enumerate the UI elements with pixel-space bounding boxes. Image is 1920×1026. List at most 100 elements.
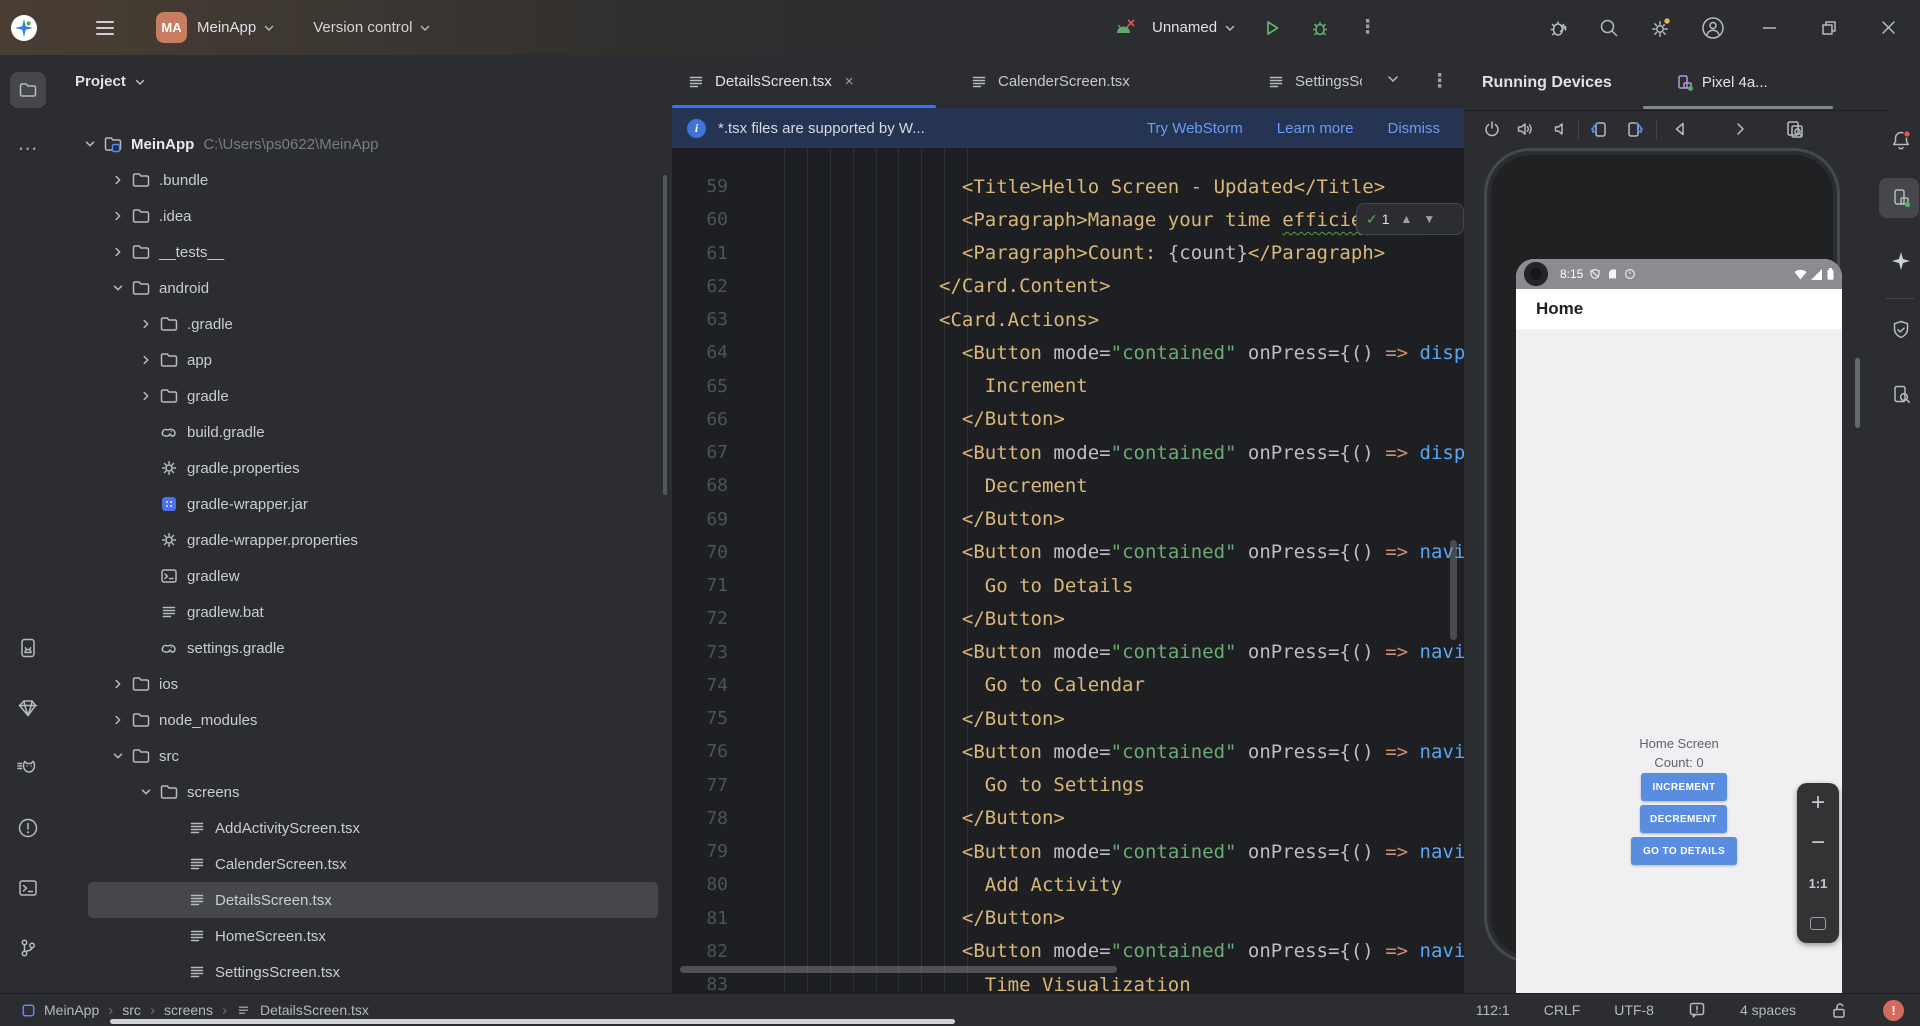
tree-row-node-modules[interactable]: node_modules [55,702,672,738]
volume-up-button[interactable] [1515,119,1535,139]
profiler-icon[interactable] [1548,17,1570,39]
run-configuration-selector[interactable]: Unnamed [1150,0,1236,55]
inspection-widget[interactable]: ✓ 1 ▲ ▼ [1356,203,1464,235]
volume-down-button[interactable] [1550,119,1570,139]
zoom-fit-button[interactable] [1797,903,1839,943]
tree-chevron-icon[interactable] [83,137,103,151]
editor-tab-settingssc[interactable]: SettingsSc [1252,55,1362,108]
tree-chevron-icon[interactable] [111,245,131,259]
tree-chevron-icon[interactable] [111,749,131,763]
run-button[interactable] [1262,18,1282,38]
app-quality-insights-button[interactable] [10,690,46,726]
device-power-button[interactable] [1482,119,1502,139]
rotate-left-button[interactable] [1588,119,1610,139]
tree-row--bundle[interactable]: .bundle [55,162,672,198]
tree-chevron-icon[interactable] [139,353,159,367]
tab-options-menu[interactable]: ⋮ [1430,72,1449,91]
editor-tab-calenderscreen-tsx[interactable]: CalenderScreen.tsx [955,55,1180,108]
close-tab-icon[interactable]: × [845,73,854,90]
project-panel-header[interactable]: Project [75,73,146,90]
tree-row-addactivityscreen-tsx[interactable]: AddActivityScreen.tsx [55,810,672,846]
tree-row-app[interactable]: app [55,342,672,378]
tree-row-settings-gradle[interactable]: settings.gradle [55,630,672,666]
emulator-screen[interactable]: 8:15 Home Home Screen Count: 0 INCREMENT… [1516,259,1842,993]
project-scrollbar[interactable] [663,175,667,495]
tree-chevron-icon[interactable] [139,785,159,799]
code-editor[interactable]: 59 <Title>Hello Screen - Updated</Title>… [672,148,1464,993]
version-control-menu[interactable]: Version control [275,0,431,55]
tree-row-gradle-properties[interactable]: gradle.properties [55,450,672,486]
tree-row-build-gradle[interactable]: build.gradle [55,414,672,450]
learn-more-link[interactable]: Learn more [1277,120,1354,137]
go-to-details-button[interactable]: GO TO DETAILS [1631,837,1737,865]
tree-row-gradle-wrapper-jar[interactable]: gradle-wrapper.jar [55,486,672,522]
rotate-right-button[interactable] [1624,119,1646,139]
breadcrumb-item[interactable]: DetailsScreen.tsx [236,1002,369,1018]
tree-row-settingsscreen-tsx[interactable]: SettingsScreen.tsx [55,954,672,990]
line-ending-indicator[interactable]: CRLF [1544,1002,1581,1018]
breadcrumb-item[interactable]: screens [164,1002,213,1018]
zoom-out-button[interactable]: − [1797,823,1839,863]
main-menu-button[interactable] [96,20,114,35]
profile-avatar-icon[interactable] [1700,15,1726,41]
encoding-indicator[interactable]: UTF-8 [1614,1002,1654,1018]
zoom-in-button[interactable]: + [1797,783,1839,823]
error-indicator[interactable]: ! [1883,999,1904,1021]
project-horizontal-scrollbar[interactable] [110,1019,955,1024]
devices-panel-scrollbar[interactable] [1855,358,1860,428]
breadcrumb-item[interactable]: src [122,1002,141,1018]
tree-chevron-icon[interactable] [139,317,159,331]
tree-chevron-icon[interactable] [111,713,131,727]
lock-icon[interactable] [1830,1001,1849,1020]
git-tool-button[interactable] [10,930,46,966]
prev-problem-button[interactable]: ▲ [1401,212,1413,226]
restore-window-button[interactable] [1821,20,1837,36]
privacy-shield-button[interactable] [1881,310,1920,350]
tree-row-gradlew-bat[interactable]: gradlew.bat [55,594,672,630]
tree-chevron-icon[interactable] [111,173,131,187]
breadcrumb-item[interactable]: MeinApp [44,1002,99,1018]
tree-row-android[interactable]: android [55,270,672,306]
tree-row-detailsscreen-tsx[interactable]: DetailsScreen.tsx [88,882,658,918]
project-selector[interactable]: MeinApp [187,0,275,55]
close-window-button[interactable] [1881,20,1896,35]
device-tab-pixel4a[interactable]: Pixel 4a... [1676,74,1768,92]
search-everywhere-icon[interactable] [1598,17,1620,39]
minimize-window-button[interactable] [1762,20,1777,35]
editor-horizontal-scrollbar[interactable] [680,966,1117,973]
tree-row-gradlew[interactable]: gradlew [55,558,672,594]
tree-chevron-icon[interactable] [111,281,131,295]
settings-gear-icon[interactable] [1648,16,1672,40]
running-devices-rail-button[interactable] [1881,178,1920,218]
notifications-button[interactable] [1881,121,1920,161]
debug-button[interactable] [1310,18,1330,38]
tree-row-gradle-wrapper-properties[interactable]: gradle-wrapper.properties [55,522,672,558]
tree-row--idea[interactable]: .idea [55,198,672,234]
caret-position[interactable]: 112:1 [1476,1002,1510,1018]
device-back-button[interactable] [1670,119,1690,139]
tree-row--gradle[interactable]: .gradle [55,306,672,342]
running-devices-tool-button[interactable] [10,630,46,666]
next-problem-button[interactable]: ▼ [1423,212,1435,226]
screenshot-button[interactable] [1784,119,1806,141]
zoom-actual-size-button[interactable]: 1:1 [1797,863,1839,903]
tree-row-src[interactable]: src [55,738,672,774]
tree-row-gradle[interactable]: gradle [55,378,672,414]
tree-row--tests-[interactable]: __tests__ [55,234,672,270]
tree-row-meinapp[interactable]: MeinApp C:\Users\ps0622\MeinApp [55,126,672,162]
decrement-button[interactable]: DECREMENT [1640,805,1727,833]
tree-row-ios[interactable]: ios [55,666,672,702]
tree-chevron-icon[interactable] [111,209,131,223]
tree-chevron-icon[interactable] [111,677,131,691]
more-actions-menu[interactable]: ⋮ [1358,18,1377,37]
device-forward-button[interactable] [1730,119,1750,139]
increment-button[interactable]: INCREMENT [1641,773,1727,801]
problems-tool-button[interactable] [10,810,46,846]
tree-chevron-icon[interactable] [139,389,159,403]
terminal-tool-button[interactable] [10,870,46,906]
dismiss-link[interactable]: Dismiss [1388,120,1441,137]
tree-row-calenderscreen-tsx[interactable]: CalenderScreen.tsx [55,846,672,882]
tree-row-screens[interactable]: screens [55,774,672,810]
indent-indicator[interactable]: 4 spaces [1740,1002,1796,1018]
editor-tab-detailsscreen-tsx[interactable]: DetailsScreen.tsx × [672,55,936,108]
